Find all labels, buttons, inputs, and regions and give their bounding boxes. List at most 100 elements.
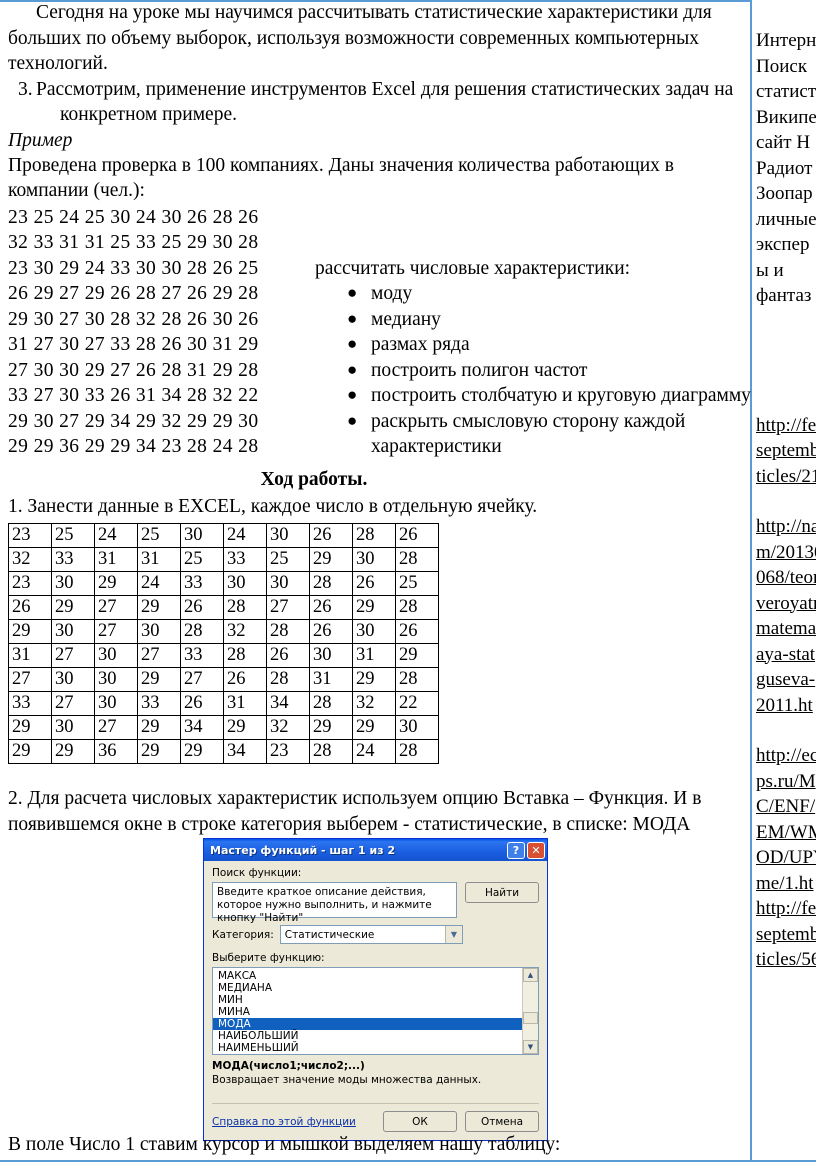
side-link-line[interactable]: ps.ru/M (754, 769, 816, 795)
find-button[interactable]: Найти (465, 882, 539, 903)
cell: 26 (395, 523, 439, 548)
scrollbar-track[interactable] (523, 982, 538, 1040)
ok-button[interactable]: ОК (383, 1111, 457, 1132)
cancel-button[interactable]: Отмена (465, 1111, 539, 1132)
side-text-line: ы и (756, 259, 784, 281)
raw-row: 23 30 29 24 33 30 30 28 26 25 (8, 257, 259, 279)
cell: 23 (266, 739, 310, 764)
function-wizard-dialog[interactable]: Мастер функций - шаг 1 из 2 ? ✕ Поиск фу… (203, 838, 548, 1141)
side-link-line[interactable]: m/20130 (754, 540, 816, 566)
cell: 33 (137, 691, 181, 716)
cell: 26 (309, 595, 353, 620)
category-select[interactable]: Статистические ▼ (279, 925, 463, 944)
help-icon[interactable]: ? (507, 841, 525, 859)
cell: 30 (352, 547, 396, 572)
side-link-line[interactable]: septemb (754, 922, 816, 948)
cell: 29 (137, 739, 181, 764)
side-link-line[interactable]: 2011.ht (754, 693, 816, 719)
side-link-line[interactable]: 068/teor (754, 565, 816, 591)
cell: 26 (180, 595, 224, 620)
cell: 29 (8, 619, 52, 644)
side-link-line[interactable]: OD/UPY (754, 845, 816, 871)
list-item[interactable]: МЕДИАНА (213, 982, 522, 994)
dialog-titlebar[interactable]: Мастер функций - шаг 1 из 2 ? ✕ (204, 839, 547, 861)
cell: 33 (8, 691, 52, 716)
list-item[interactable]: МИНА (213, 1006, 522, 1018)
side-link-line[interactable]: http://ec (754, 743, 816, 769)
cell: 22 (395, 691, 439, 716)
cell: 25 (395, 571, 439, 596)
data-and-tasks-region: 23 25 24 25 30 24 30 26 28 26 32 33 31 3… (0, 205, 751, 467)
side-text-line: Википе (756, 106, 816, 128)
side-link-line[interactable]: ticles/56 (754, 947, 816, 973)
table-row: 27 30 30 29 27 26 28 31 29 28 (8, 667, 439, 692)
side-link-line[interactable]: septemb (754, 438, 816, 464)
cell: 32 (266, 715, 310, 740)
cell: 29 (309, 547, 353, 572)
list-item-text: Рассмотрим, применение инструментов Exce… (36, 78, 734, 126)
list-item: ● размах ряда (315, 332, 745, 358)
cell: 33 (180, 571, 224, 596)
list-item: ● моду (315, 281, 745, 307)
side-link-line[interactable]: me/1.ht (754, 871, 816, 897)
cell: 28 (395, 739, 439, 764)
cell: 28 (309, 571, 353, 596)
side-text-line: экспер (756, 234, 810, 255)
task-list: рассчитать числовые характеристики: ● мо… (315, 256, 751, 460)
list-item[interactable]: МИН (213, 994, 522, 1006)
list-item[interactable]: НАИБОЛЬШИЙ (213, 1030, 522, 1042)
task-list-heading: рассчитать числовые характеристики: (315, 257, 631, 279)
side-link-line[interactable]: http://fe (754, 896, 816, 922)
side-link-line[interactable]: EM/WM (754, 820, 816, 846)
table-row: 31 27 30 27 33 28 26 30 31 29 (8, 643, 439, 668)
function-listbox[interactable]: МАКСА МЕДИАНА МИН МИНА МОДА НАИБОЛЬШИЙ Н… (212, 967, 539, 1055)
cell: 24 (137, 571, 181, 596)
cell: 31 (8, 643, 52, 668)
cell: 32 (223, 619, 267, 644)
numbered-list-item-3: 3. Рассмотрим, применение инструментов E… (0, 77, 748, 128)
dialog-footer: Справка по этой функции ОК Отмена (212, 1103, 539, 1132)
side-link-line[interactable]: veroyatn (754, 591, 816, 617)
side-link-line[interactable]: http://na (754, 514, 816, 540)
chevron-down-icon[interactable]: ▼ (445, 926, 462, 943)
column-divider (750, 0, 752, 1162)
close-icon[interactable]: ✕ (527, 841, 545, 859)
search-input[interactable]: Введите краткое описание действия, котор… (212, 882, 457, 924)
side-link-line[interactable]: ticles/21 (754, 464, 816, 490)
scroll-down-icon[interactable]: ▼ (523, 1040, 538, 1054)
side-link-line[interactable]: matema (754, 616, 816, 642)
raw-row: 33 27 30 33 26 31 34 28 32 22 (8, 385, 259, 406)
list-item[interactable]: МАКСА (213, 970, 522, 982)
side-gap (754, 718, 816, 743)
cell: 32 (8, 547, 52, 572)
task-text: построить столбчатую и круговую диаграмм… (371, 385, 751, 406)
cell: 25 (266, 547, 310, 572)
cell: 30 (180, 523, 224, 548)
cell: 27 (137, 643, 181, 668)
cell: 28 (223, 595, 267, 620)
list-item-selected[interactable]: МОДА (213, 1018, 522, 1030)
table-row: 32 33 31 31 25 33 25 29 30 28 (8, 547, 439, 572)
dialog-body: Поиск функции: Введите краткое описание … (204, 861, 547, 1140)
side-link-line[interactable]: http://fe (754, 413, 816, 439)
listbox-scrollbar[interactable]: ▲ ▼ (522, 968, 538, 1054)
example-text: Проведена проверка в 100 компаниях. Даны… (8, 154, 674, 202)
function-help-link[interactable]: Справка по этой функции (212, 1116, 375, 1128)
cell: 28 (266, 667, 310, 692)
scroll-up-icon[interactable]: ▲ (523, 968, 538, 982)
side-text-line: Зоопар (756, 183, 813, 204)
list-item[interactable]: НАИМЕНЬШИЙ (213, 1042, 522, 1054)
cell: 29 (180, 739, 224, 764)
side-link-line[interactable]: C/ENF/ (754, 794, 816, 820)
table-row: 33 27 30 33 26 31 34 28 32 22 (8, 691, 439, 716)
side-link-line[interactable]: guseva- (754, 667, 816, 693)
scrollbar-thumb[interactable] (523, 1012, 538, 1024)
table-row: 29 30 27 29 34 29 32 29 29 30 (8, 715, 439, 740)
cell: 30 (309, 643, 353, 668)
side-link-line[interactable]: aya-stat (754, 642, 816, 668)
cell: 26 (180, 691, 224, 716)
bullet-icon: ● (347, 410, 358, 430)
cell: 30 (266, 523, 310, 548)
cell: 26 (309, 523, 353, 548)
cell: 30 (395, 715, 439, 740)
